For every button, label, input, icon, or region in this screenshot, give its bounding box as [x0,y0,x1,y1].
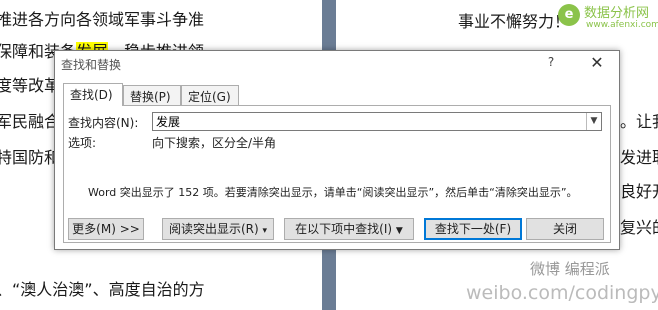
options-label: 选项: [68,136,97,150]
find-in-label: 在以下项中查找(I) [295,222,393,236]
more-button[interactable]: 更多(M) >> [68,218,144,240]
doc-line-1: 推进各方向各领域军事斗争准 [0,10,205,29]
doc-line-4: 军民融合 [0,112,61,131]
weibo-watermark-logo: 微博 编程派 [530,260,610,278]
doc-line-6: 、“澳人治澳”、高度自治的方 [0,280,205,299]
weibo-watermark-url: weibo.com/codingpy [466,282,658,304]
reading-highlight-button[interactable]: 阅读突出显示(R) ▾ [162,218,274,240]
find-tab-panel: 查找内容(N): ▼ 选项: 向下搜索，区分全/半角 Word 突出显示了 15… [63,105,611,243]
site-watermark-title: 数据分析网 [584,6,650,21]
find-replace-dialog: 查找和替换 ? ✕ 查找(D) 替换(P) 定位(G) 查找内容(N): ▼ 选… [54,50,620,250]
site-logo-icon: e [558,4,580,26]
doc-line-5: 特国防和 [0,148,61,167]
tab-replace[interactable]: 替换(P) [123,85,181,105]
options-value: 向下搜索，区分全/半角 [152,136,277,150]
chevron-down-icon[interactable]: ▼ [586,113,601,130]
find-next-button[interactable]: 查找下一处(F) [424,218,522,240]
site-watermark: e 数据分析网 www.afenxi.com [556,0,658,34]
help-button[interactable]: ? [543,55,559,69]
doc-line-3: 度等改革 [0,76,61,95]
doc-right-line-5: 复兴的 [620,218,658,237]
doc-right-line-3: 发进取 [620,148,658,167]
tab-goto[interactable]: 定位(G) [181,85,239,105]
doc-right-line-2: 。让我 [620,112,658,131]
dialog-close-icon[interactable]: ✕ [585,53,609,72]
dropdown-caret-icon: ▼ [395,226,403,236]
doc-right-line-4: 良好开 [620,182,658,201]
reading-highlight-label: 阅读突出显示(R) [168,222,259,236]
dropdown-caret-icon: ▾ [262,226,268,236]
dialog-titlebar[interactable]: 查找和替换 ? ✕ [55,51,619,75]
highlight-status-text: Word 突出显示了 152 项。若要清除突出显示，请单击“阅读突出显示”，然后… [88,186,578,199]
site-watermark-url: www.afenxi.com [586,20,658,30]
find-label: 查找内容(N): [68,116,139,130]
find-in-button[interactable]: 在以下项中查找(I) ▼ [284,218,414,240]
tab-find[interactable]: 查找(D) [63,83,123,106]
close-button[interactable]: 关闭 [526,218,604,240]
dialog-title: 查找和替换 [61,58,122,72]
find-input[interactable] [152,112,602,131]
doc-right-line-1: 事业不懈努力！ [458,12,571,31]
